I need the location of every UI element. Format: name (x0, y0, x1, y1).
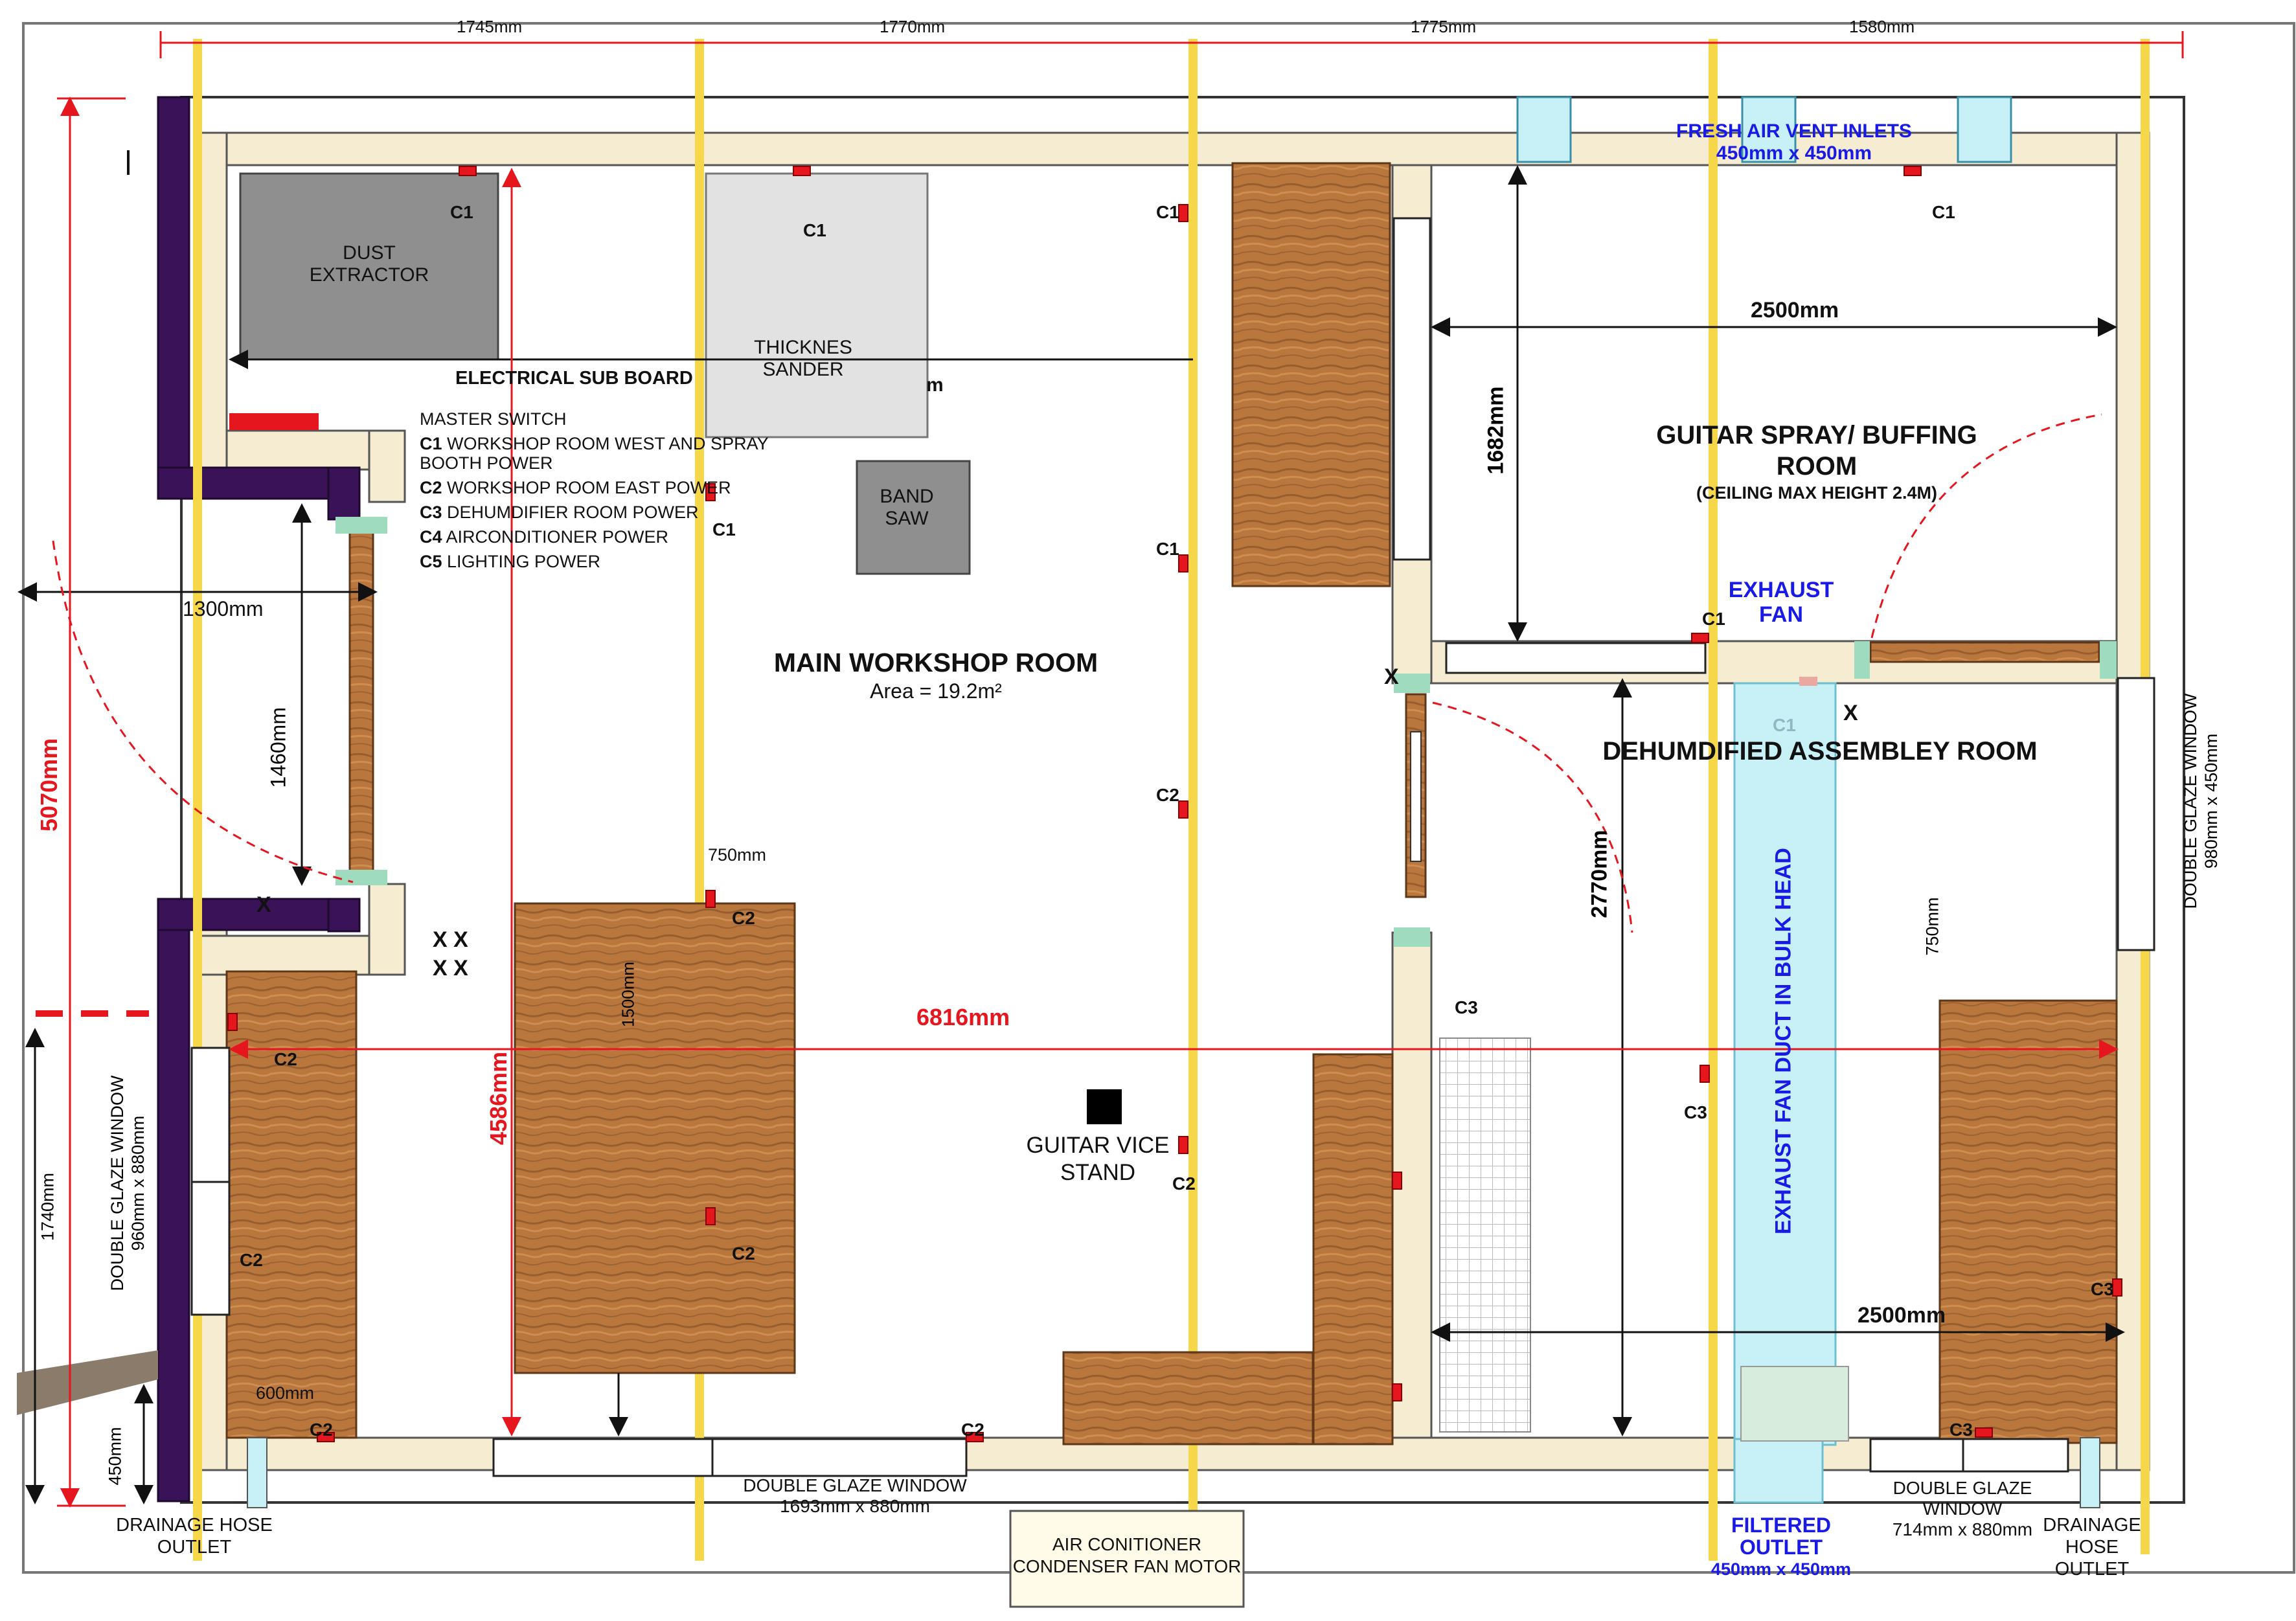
outlet-code-label: C3 (1949, 1420, 1973, 1440)
guitar-vice-stand-box (1087, 1089, 1122, 1124)
dim-600: 600mm (256, 1383, 315, 1403)
guitar-vice-label: GUITAR VICE STAND (1026, 1133, 1170, 1185)
electrical-sub-board-box (229, 413, 319, 430)
outlet-code-label: C2 (1172, 1173, 1196, 1194)
power-legend: MASTER SWITCH C1 WORKSHOP ROOM WEST AND … (420, 407, 769, 574)
door-tab (335, 870, 387, 885)
spray-room-title: GUITAR SPRAY/ BUFFING ROOM (CEILING MAX … (1656, 421, 1977, 503)
thickness-sander-box (705, 172, 929, 438)
outlet-code-label: C2 (240, 1250, 263, 1270)
top-dim-1: 1745mm (457, 17, 523, 36)
thickness-sander-label: THICKNES SANDER (754, 337, 852, 380)
outlet-code-label: C1 (1156, 539, 1179, 559)
west-window-label: DOUBLE GLAZE WINDOW 960mm x 880mm (108, 1075, 148, 1291)
x-mark: X X (433, 956, 468, 981)
filtered-outlet-box (1733, 1438, 1824, 1504)
dim-1740: 1740mm (38, 1172, 58, 1241)
outlet-code-label: C2 (310, 1420, 333, 1440)
dim-2500-top: 2500mm (1751, 298, 1839, 323)
dim-1460: 1460mm (266, 707, 290, 788)
drainage-west-label: DRAINAGE HOSE OUTLET (116, 1515, 273, 1558)
dehumidifier-rack (1439, 1037, 1531, 1433)
outlet-code-label: C2 (274, 1049, 297, 1069)
dim-4586: 4586mm (485, 1051, 512, 1145)
drain-hose (17, 1350, 158, 1415)
door-tab (335, 517, 387, 534)
dim-1500: 1500mm (618, 961, 638, 1028)
dim-1300: 1300mm (183, 597, 264, 620)
x-mark: X (256, 892, 271, 917)
outlet-code-label: C1 (1773, 715, 1796, 735)
west-door-leaf (348, 527, 374, 872)
dim-450: 450mm (105, 1427, 125, 1486)
dim-6816: 6816mm (916, 1004, 1010, 1030)
outlet-code-label: C1 (450, 202, 473, 222)
outlet-code-label: C1 (712, 519, 736, 539)
x-mark: X (1384, 664, 1399, 689)
main-room-title: MAIN WORKSHOP ROOM Area = 19.2m² (773, 648, 1098, 703)
stray-m-label: m (926, 374, 944, 396)
outlet-code-label: C1 (1702, 609, 1725, 629)
outlet-code-label: C2 (1156, 785, 1179, 805)
fresh-air-vents-label: FRESH AIR VENT INLETS 450mm x 450mm (1676, 120, 1912, 164)
top-dim-3: 1775mm (1411, 17, 1477, 36)
dim-1682: 1682mm (1483, 386, 1508, 475)
exhaust-duct-label: EXHAUST FAN DUCT IN BULK HEAD (1771, 848, 1796, 1234)
dim-2770: 2770mm (1587, 830, 1612, 918)
dim-5070: 5070mm (36, 738, 62, 832)
outlet-code-label: C1 (1156, 202, 1179, 222)
x-mark: X (1843, 701, 1858, 725)
top-dim-2: 1770mm (880, 17, 946, 36)
outlet-code-label: C3 (2091, 1279, 2114, 1299)
legend-master: MASTER SWITCH (420, 409, 567, 429)
x-mark: X X (433, 927, 468, 952)
outlet-code-label: C2 (732, 908, 755, 928)
dehum-room-title: DEHUMDIFIED ASSEMBLEY ROOM (1602, 737, 2038, 765)
aircon-label: AIR CONITIONER CONDENSER FAN MOTOR (1012, 1534, 1242, 1576)
outlet-code-label: C2 (961, 1420, 984, 1440)
electrical-sub-board-label: ELECTRICAL SUB BOARD (455, 368, 693, 389)
east-window-label: DOUBLE GLAZE WINDOW 980mm x 450mm (2181, 693, 2221, 909)
dim-750-main: 750mm (708, 845, 767, 865)
top-dim-4: 1580mm (1849, 17, 1915, 36)
band-saw-label: BAND SAW (880, 486, 934, 529)
outlet-code-label: C3 (1684, 1102, 1707, 1122)
drainage-east-label: DRAINAGE HOSE OUTLET (2043, 1515, 2141, 1580)
south-window-label: DOUBLE GLAZE WINDOW 1693mm x 880mm (743, 1475, 967, 1516)
outlet-code-label: C2 (732, 1243, 755, 1264)
dust-extractor-label: DUST EXTRACTOR (309, 242, 429, 286)
outlet-code-label: C1 (1932, 202, 1955, 222)
outlet-code-label: C3 (1455, 997, 1478, 1017)
outlet-code-label: C1 (803, 220, 826, 240)
legend-c2: C2 WORKSHOP ROOM EAST POWER (420, 478, 731, 497)
dim-750-dehum: 750mm (1922, 897, 1942, 956)
dim-2500-bottom: 2500mm (1858, 1303, 1946, 1328)
legend-c5: C5 LIGHTING POWER (420, 552, 601, 571)
